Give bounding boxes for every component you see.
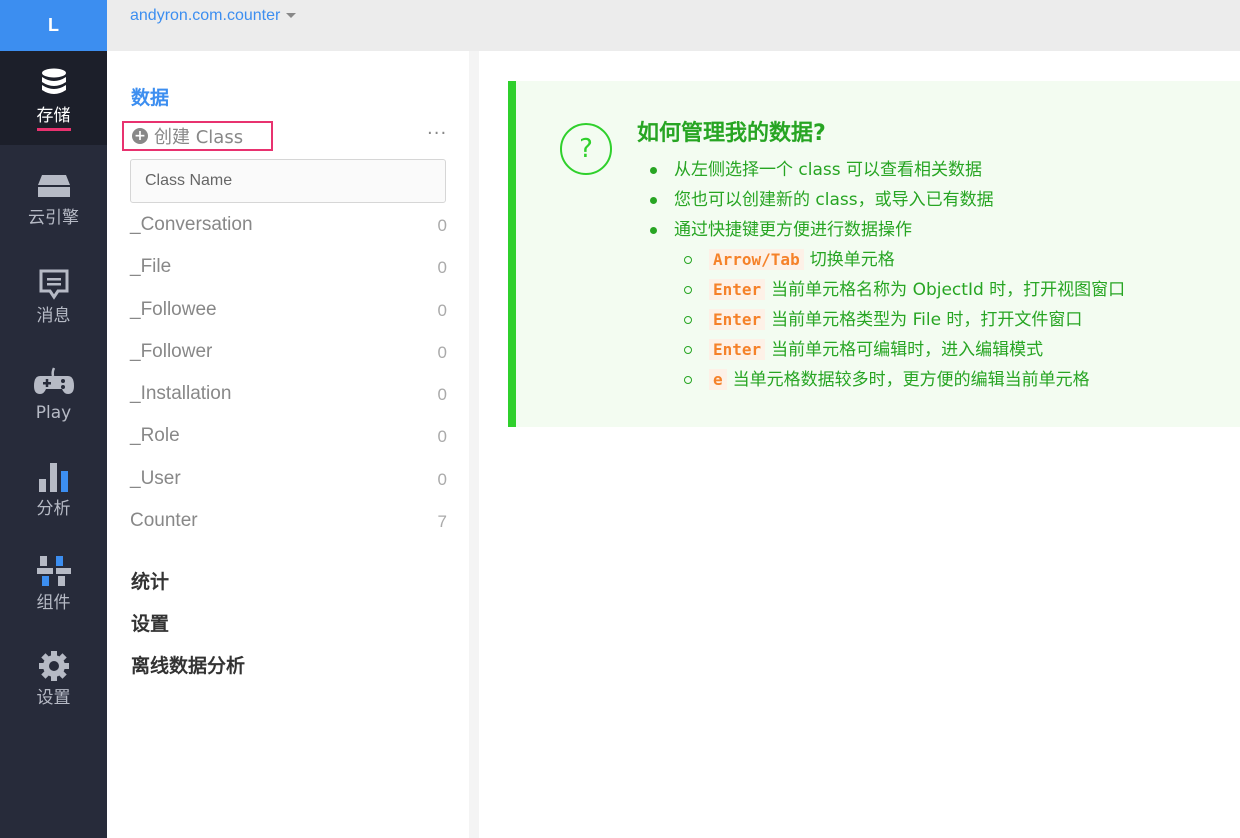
bullet-ring <box>684 346 692 354</box>
nav-item-components[interactable]: 组件 <box>0 536 107 630</box>
shortcut-item: Arrow/Tab 切换单元格 <box>684 245 1125 275</box>
nav-label: 消息 <box>36 306 71 326</box>
more-options-button[interactable]: ··· <box>427 123 447 144</box>
class-row-role[interactable]: _Role 0 <box>107 415 469 457</box>
help-bullet-text: 从左侧选择一个 class 可以查看相关数据 <box>674 160 983 180</box>
class-name: _Installation <box>130 383 232 405</box>
bullet-dot <box>650 197 657 204</box>
section-settings[interactable]: 设置 <box>131 609 169 636</box>
help-panel: ? 如何管理我的数据? 从左侧选择一个 class 可以查看相关数据 您也可以创… <box>508 81 1240 427</box>
nav-label: 组件 <box>36 593 71 613</box>
class-name: _User <box>130 467 181 489</box>
class-list: _Conversation 0 _File 0 _Followee 0 _Fol… <box>107 204 469 542</box>
shortcut-desc: 切换单元格 <box>809 250 895 270</box>
help-bullet: 您也可以创建新的 class，或导入已有数据 <box>649 185 994 215</box>
message-icon <box>38 265 70 303</box>
help-bullet: 从左侧选择一个 class 可以查看相关数据 <box>649 155 994 185</box>
shortcut-key: Enter <box>709 339 766 360</box>
class-name: _Role <box>130 425 180 447</box>
plus-circle-icon: + <box>132 128 148 144</box>
nav-item-storage[interactable]: 存储 <box>0 51 107 145</box>
data-sidebar: 数据 + 创建 Class ··· _Conversation 0 _File … <box>107 51 469 838</box>
shortcut-item: Enter 当前单元格类型为 File 时，打开文件窗口 <box>684 305 1125 335</box>
shortcut-desc: 当单元格数据较多时，更方便的编辑当前单元格 <box>732 370 1090 390</box>
class-count: 0 <box>437 385 447 405</box>
section-stats[interactable]: 统计 <box>131 567 169 594</box>
app-logo[interactable]: L <box>0 0 107 51</box>
nav-item-play[interactable]: Play <box>0 346 107 440</box>
app-name: andyron.com.counter <box>130 7 281 24</box>
shortcut-desc: 当前单元格类型为 File 时，打开文件窗口 <box>771 310 1083 330</box>
nav-item-settings[interactable]: 设置 <box>0 631 107 725</box>
bullet-ring <box>684 286 692 294</box>
help-bullet-text: 通过快捷键更方便进行数据操作 <box>674 220 912 240</box>
components-icon <box>36 552 72 590</box>
main-nav-rail: L 存储 云引擎 消息 Play 分析 组件 设置 <box>0 0 107 838</box>
help-bullet-text: 您也可以创建新的 class，或导入已有数据 <box>674 190 994 210</box>
nav-item-analytics[interactable]: 分析 <box>0 442 107 536</box>
shortcut-item: e 当单元格数据较多时，更方便的编辑当前单元格 <box>684 365 1125 395</box>
class-row-follower[interactable]: _Follower 0 <box>107 331 469 373</box>
help-title: 如何管理我的数据? <box>637 121 826 146</box>
shortcut-key: Arrow/Tab <box>709 249 804 270</box>
gamepad-icon <box>33 362 74 400</box>
shortcut-key: Enter <box>709 279 766 300</box>
chevron-down-icon <box>286 13 297 19</box>
nav-label: 存储 <box>36 105 71 131</box>
bullet-ring <box>684 376 692 384</box>
class-name: Counter <box>130 510 198 532</box>
class-name: _Conversation <box>130 214 253 235</box>
shortcut-item: Enter 当前单元格名称为 ObjectId 时，打开视图窗口 <box>684 275 1125 305</box>
class-row-file[interactable]: _File 0 <box>107 246 469 288</box>
class-row-user[interactable]: _User 0 <box>107 458 469 500</box>
shortcut-item: Enter 当前单元格可编辑时，进入编辑模式 <box>684 335 1125 365</box>
shortcut-key: Enter <box>709 309 766 330</box>
class-count: 0 <box>437 258 447 278</box>
class-count: 0 <box>437 216 447 235</box>
section-data-title[interactable]: 数据 <box>131 83 169 110</box>
server-icon <box>37 167 71 205</box>
class-row-counter[interactable]: Counter 7 <box>107 500 469 542</box>
class-count: 7 <box>437 512 447 532</box>
bullet-dot <box>650 227 657 234</box>
class-count: 0 <box>437 342 447 362</box>
create-class-label: 创建 Class <box>154 127 244 148</box>
class-name: _Followee <box>130 298 217 320</box>
top-bar: andyron.com.counter <box>107 0 1240 51</box>
question-circle-icon: ? <box>560 123 612 175</box>
shortcut-key: e <box>709 369 727 390</box>
nav-label: 分析 <box>36 499 71 519</box>
shortcut-desc: 当前单元格名称为 ObjectId 时，打开视图窗口 <box>771 280 1126 300</box>
sidebar-divider <box>469 51 479 838</box>
nav-item-messages[interactable]: 消息 <box>0 249 107 343</box>
nav-item-cloud-engine[interactable]: 云引擎 <box>0 151 107 245</box>
shortcut-desc: 当前单元格可编辑时，进入编辑模式 <box>771 340 1044 360</box>
nav-label: 云引擎 <box>28 208 79 228</box>
database-icon <box>41 65 67 103</box>
nav-label: 设置 <box>36 688 71 708</box>
class-name-filter-input[interactable] <box>130 159 446 203</box>
section-offline-analysis[interactable]: 离线数据分析 <box>131 651 245 678</box>
shortcut-list: Arrow/Tab 切换单元格 Enter 当前单元格名称为 ObjectId 时，… <box>684 245 1125 395</box>
help-bullet: 通过快捷键更方便进行数据操作 <box>649 215 994 245</box>
class-count: 0 <box>437 427 447 447</box>
bar-chart-icon <box>37 458 71 496</box>
help-bullet-list: 从左侧选择一个 class 可以查看相关数据 您也可以创建新的 class，或导… <box>649 155 994 245</box>
class-count: 0 <box>437 300 447 320</box>
class-count: 0 <box>437 469 447 489</box>
bullet-ring <box>684 316 692 324</box>
nav-label: Play <box>35 403 72 423</box>
bullet-ring <box>684 256 692 264</box>
bullet-dot <box>650 167 657 174</box>
class-row-followee[interactable]: _Followee 0 <box>107 289 469 331</box>
app-selector-dropdown[interactable]: andyron.com.counter <box>130 7 297 25</box>
gear-icon <box>38 647 70 685</box>
create-class-button[interactable]: + 创建 Class <box>122 121 273 151</box>
class-row-installation[interactable]: _Installation 0 <box>107 373 469 415</box>
class-row-conversation[interactable]: _Conversation 0 <box>107 204 469 246</box>
class-name: _Follower <box>130 340 213 362</box>
class-name: _File <box>130 256 172 278</box>
